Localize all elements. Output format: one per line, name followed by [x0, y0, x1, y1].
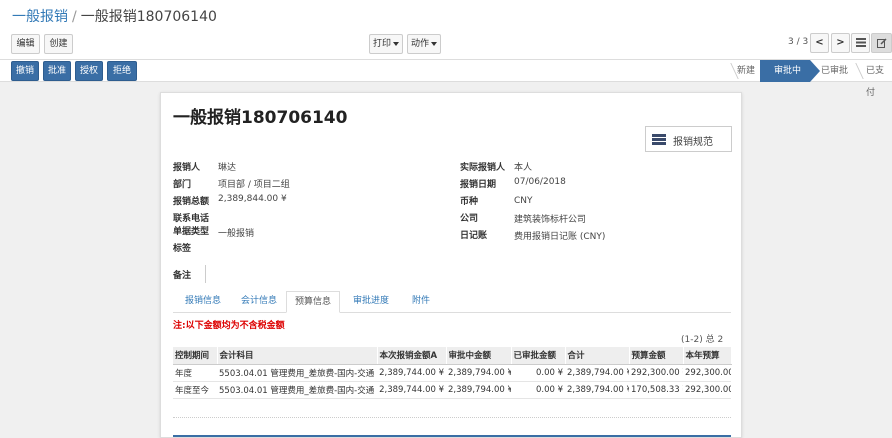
breadcrumb-parent-link[interactable]: 一般报销 — [12, 9, 68, 25]
pager-value: 3 / 3 — [788, 37, 809, 47]
notebook-tabs: 报销信息 会计信息 预算信息 审批进度 附件 — [173, 291, 731, 313]
print-dropdown[interactable]: 打印 — [369, 34, 403, 54]
policy-list-icon — [652, 134, 666, 145]
cell-period: 年度 — [173, 364, 217, 382]
edit-view-icon — [876, 38, 887, 48]
cell-annual-budget: 292,300.00 — [683, 381, 731, 399]
col-header-total[interactable]: 合计 — [565, 347, 630, 365]
field-value-department[interactable]: 项目部 / 项目二组 — [218, 177, 290, 190]
col-header-annual-budget[interactable]: 本年预算 — [683, 347, 732, 365]
col-header-claim-amount[interactable]: 本次报销金额A — [377, 347, 447, 365]
field-value-doc-type[interactable]: 一般报销 — [218, 226, 254, 239]
field-value-claimant[interactable]: 琳达 — [218, 160, 236, 173]
cell-account: 5503.04.01 管理费用_差旅费-国内-交通 — [217, 381, 377, 399]
caret-down-icon — [393, 41, 399, 46]
field-value-currency[interactable]: CNY — [514, 196, 533, 206]
breadcrumb: 一般报销 / 一般报销180706140 — [12, 6, 217, 26]
action-dropdown[interactable]: 动作 — [407, 34, 441, 54]
cell-claim-amount: 2,389,744.00 ¥ — [377, 364, 446, 382]
col-header-approved-amount[interactable]: 已审批金额 — [511, 347, 566, 365]
reject-button[interactable]: 拒绝 — [107, 61, 137, 81]
breadcrumb-current: 一般报销180706140 — [80, 9, 217, 25]
field-label-claimant: 报销人 — [173, 163, 201, 173]
cell-budget-amount: 292,300.00 ¥ — [629, 364, 683, 382]
record-title: 一般报销180706140 — [173, 108, 348, 128]
list-view-icon — [855, 38, 866, 47]
create-button[interactable]: 创建 — [44, 34, 73, 54]
form-view-button[interactable] — [871, 33, 892, 53]
cell-account: 5503.04.01 管理费用_差旅费-国内-交通 — [217, 364, 377, 382]
col-header-account[interactable]: 会计科目 — [217, 347, 378, 365]
cell-approved-amount: 0.00 ¥ — [511, 381, 565, 399]
tab-approval-progress[interactable]: 审批进度 — [345, 291, 397, 313]
cell-total: 2,389,794.00 ¥ — [565, 381, 629, 399]
cell-claim-amount: 2,389,744.00 ¥ — [377, 381, 446, 399]
field-value-actual-claimant[interactable]: 本人 — [514, 160, 532, 173]
control-panel: 一般报销 / 一般报销180706140 编辑 创建 打印 动作 3 / 3 < > — [0, 0, 892, 60]
stage-approving[interactable]: 审批中 — [760, 60, 820, 82]
field-label-actual-claimant: 实际报销人 — [460, 163, 506, 173]
col-header-budget-amount[interactable]: 预算金额 — [629, 347, 684, 365]
remark-field[interactable] — [205, 265, 206, 283]
form-sheet: 一般报销180706140 报销规范 报销人 琳达 部门 项目部 / 项目二组 … — [160, 92, 742, 438]
breadcrumb-separator: / — [72, 9, 77, 25]
cell-approved-amount: 0.00 ¥ — [511, 364, 565, 382]
cell-total: 2,389,794.00 ¥ — [565, 364, 629, 382]
list-view-button[interactable] — [851, 33, 870, 53]
field-label-company: 公司 — [460, 214, 479, 224]
tab-expense-info[interactable]: 报销信息 — [179, 291, 227, 313]
expense-policy-label: 报销规范 — [673, 137, 713, 148]
table-header-row: 控制期间 会计科目 本次报销金额A 审批中金额 已审批金额 合计 预算金额 本年… — [173, 347, 732, 365]
field-value-company[interactable]: 建筑装饰标杆公司 — [514, 212, 586, 225]
field-value-claim-date[interactable]: 07/06/2018 — [514, 177, 566, 187]
edit-button[interactable]: 编辑 — [11, 34, 40, 54]
table-row[interactable]: 年度 5503.04.01 管理费用_差旅费-国内-交通 2,389,744.0… — [173, 364, 731, 382]
cell-budget-amount: 170,508.33 ¥ — [629, 381, 683, 399]
col-header-period[interactable]: 控制期间 — [173, 347, 218, 365]
caret-down-icon — [431, 41, 437, 46]
tab-budget-info[interactable]: 预算信息 — [286, 291, 340, 313]
field-value-total: 2,389,844.00 ¥ — [218, 194, 287, 204]
withdraw-button[interactable]: 撤销 — [11, 61, 39, 81]
stage-new[interactable]: 新建 — [737, 60, 755, 82]
authorize-button[interactable]: 授权 — [75, 61, 103, 81]
status-bar: 撤销 批准 授权 拒绝 新建 审批中 已审批 已支付 — [0, 59, 892, 98]
cell-period: 年度至今 — [173, 381, 217, 399]
tax-notice: 注:以下金额均为不含税金额 — [173, 321, 285, 331]
field-label-currency: 币种 — [460, 197, 479, 207]
field-label-doc-type: 单据类型 — [173, 227, 210, 237]
cell-pending-amount: 2,389,794.00 ¥ — [446, 381, 511, 399]
tab-accounting-info[interactable]: 会计信息 — [234, 291, 284, 313]
field-label-claim-date: 报销日期 — [460, 180, 497, 190]
pager-prev-button[interactable]: < — [810, 33, 829, 53]
pager-next-button[interactable]: > — [831, 33, 850, 53]
action-label: 动作 — [410, 39, 429, 49]
tab-attachments[interactable]: 附件 — [403, 291, 439, 313]
stage-divider — [719, 63, 739, 79]
table-footer-divider — [173, 417, 731, 418]
field-label-department: 部门 — [173, 180, 192, 190]
table-row[interactable]: 年度至今 5503.04.01 管理费用_差旅费-国内-交通 2,389,744… — [173, 381, 731, 399]
field-label-phone: 联系电话 — [173, 214, 210, 224]
field-label-total: 报销总额 — [173, 197, 210, 207]
stage-paid[interactable]: 已支付 — [866, 60, 892, 98]
field-value-journal[interactable]: 费用报销日记账 (CNY) — [514, 229, 605, 242]
cell-pending-amount: 2,389,794.00 ¥ — [446, 364, 511, 382]
approve-button[interactable]: 批准 — [43, 61, 71, 81]
print-label: 打印 — [372, 39, 391, 49]
field-label-remark: 备注 — [173, 271, 192, 281]
field-label-tags: 标签 — [173, 244, 192, 254]
field-label-journal: 日记账 — [460, 231, 488, 241]
cell-annual-budget: 292,300.00 — [683, 364, 731, 382]
col-header-pending-amount[interactable]: 审批中金额 — [446, 347, 512, 365]
record-count: (1-2) 总 2 — [681, 335, 724, 345]
budget-table: 控制期间 会计科目 本次报销金额A 审批中金额 已审批金额 合计 预算金额 本年… — [173, 347, 732, 399]
expense-policy-button[interactable]: 报销规范 — [645, 126, 732, 152]
